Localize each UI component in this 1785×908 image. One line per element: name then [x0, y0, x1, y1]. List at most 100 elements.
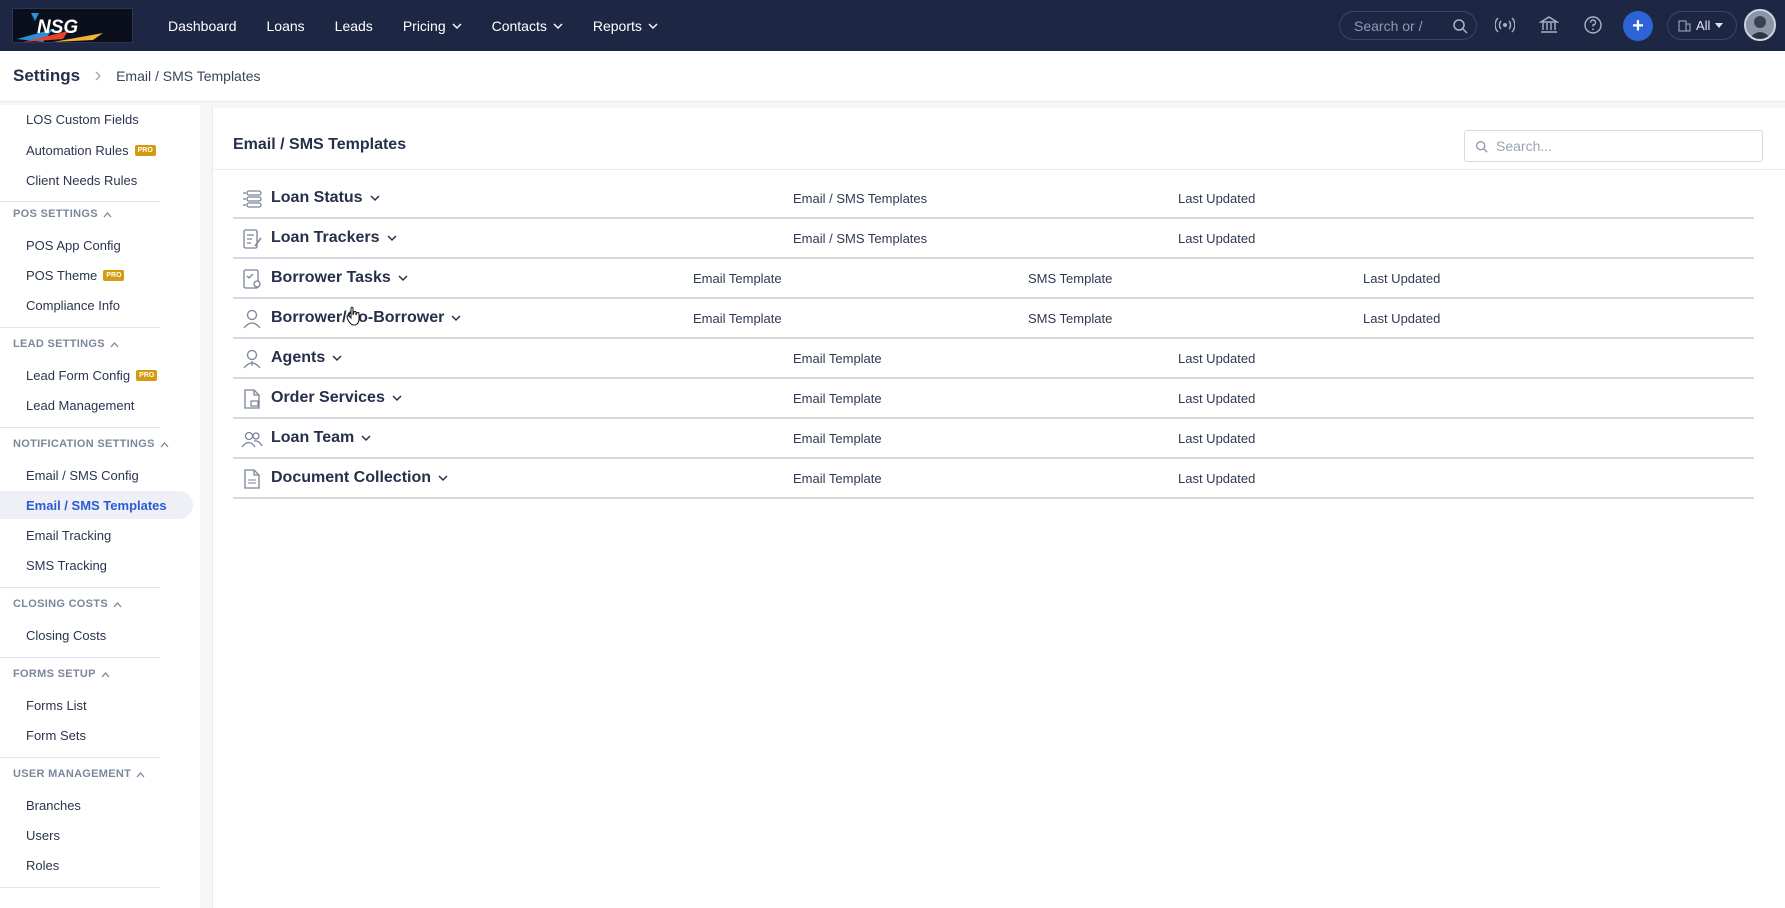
column-header: Email Template	[693, 311, 782, 326]
sidebar-item-email-sms-templates[interactable]: Email / SMS Templates	[0, 491, 193, 519]
help-icon[interactable]	[1583, 15, 1603, 35]
sidebar-item-roles[interactable]: Roles	[0, 851, 193, 879]
avatar[interactable]	[1744, 9, 1776, 41]
templates-search-input[interactable]: Search...	[1464, 130, 1763, 162]
chevron-right-icon	[95, 71, 101, 81]
chevron-down-icon	[332, 355, 342, 362]
group-toggle-loan-trackers[interactable]: Loan Trackers	[271, 229, 398, 247]
sidebar-divider	[0, 587, 160, 588]
chevron-up-icon	[101, 671, 110, 677]
sidebar-divider	[0, 201, 160, 202]
tracker-icon	[243, 229, 262, 249]
template-group-row: Borrower Tasks Email Template SMS Templa…	[233, 259, 1754, 299]
nav-pricing[interactable]: Pricing	[403, 18, 462, 34]
sidebar-divider	[0, 427, 160, 428]
section-notification-settings[interactable]: NOTIFICATION SETTINGS	[13, 438, 169, 450]
scope-dropdown[interactable]: All	[1667, 11, 1737, 40]
sidebar-item-email-sms-config[interactable]: Email / SMS Config	[0, 461, 193, 489]
chevron-down-icon	[553, 23, 563, 29]
sidebar-item-pos-app-config[interactable]: POS App Config	[0, 231, 193, 259]
sidebar-item-label: Forms List	[26, 697, 87, 713]
nav-dashboard[interactable]: Dashboard	[168, 18, 237, 34]
nav-pricing-label: Pricing	[402, 17, 446, 34]
section-title: CLOSING COSTS	[13, 598, 108, 610]
sidebar-item-label: Compliance Info	[26, 297, 120, 313]
nav-leads[interactable]: Leads	[335, 18, 373, 34]
sidebar-divider	[0, 657, 160, 658]
sidebar-item-automation-rules[interactable]: Automation Rules PRO	[0, 136, 193, 164]
chevron-down-icon	[361, 435, 371, 442]
broadcast-icon[interactable]	[1495, 15, 1515, 35]
nav-loans-label: Loans	[266, 17, 305, 34]
nav-contacts[interactable]: Contacts	[492, 18, 563, 34]
group-toggle-borrower-tasks[interactable]: Borrower Tasks	[271, 269, 409, 287]
sidebar-item-label: Automation Rules	[26, 142, 129, 158]
column-header: Last Updated	[1363, 311, 1441, 326]
section-forms-setup[interactable]: FORMS SETUP	[13, 668, 110, 680]
template-group-row: Order Services Email Template Last Updat…	[233, 379, 1754, 419]
sidebar-item-label: POS Theme	[26, 267, 98, 283]
group-toggle-agents[interactable]: Agents	[271, 349, 343, 367]
sidebar-item-label: Lead Management	[26, 397, 135, 413]
nav-reports-label: Reports	[592, 17, 642, 34]
sidebar-item-client-needs-rules[interactable]: Client Needs Rules	[0, 166, 193, 194]
template-group-row: Borrower/Co-Borrower Email Template SMS …	[233, 299, 1754, 339]
column-header: SMS Template	[1028, 311, 1113, 326]
sidebar-item-email-tracking[interactable]: Email Tracking	[0, 521, 193, 549]
column-header: Email Template	[793, 471, 882, 486]
agent-icon	[243, 349, 261, 369]
nsg-logo[interactable]: NSG	[12, 8, 133, 43]
global-search-placeholder: Search or /	[1354, 17, 1423, 34]
sidebar-item-lead-form-config[interactable]: Lead Form Config PRO	[0, 361, 193, 389]
section-closing-costs[interactable]: CLOSING COSTS	[13, 598, 122, 610]
nav-reports[interactable]: Reports	[593, 18, 658, 34]
chevron-down-icon	[370, 195, 380, 202]
nav-leads-label: Leads	[334, 17, 373, 34]
group-toggle-order-services[interactable]: Order Services	[271, 389, 403, 407]
top-navigation-bar: NSG Dashboard Loans Leads Pricing Contac…	[0, 0, 1785, 51]
group-title: Loan Team	[271, 429, 355, 446]
global-search-input[interactable]: Search or /	[1339, 11, 1477, 40]
chevron-down-icon	[648, 23, 658, 29]
sidebar-item-closing-costs[interactable]: Closing Costs	[0, 621, 193, 649]
template-group-row: Loan Trackers Email / SMS Templates Last…	[233, 219, 1754, 259]
sidebar-item-sms-tracking[interactable]: SMS Tracking	[0, 551, 193, 579]
section-title: LEAD SETTINGS	[13, 338, 105, 350]
sidebar-item-lead-management[interactable]: Lead Management	[0, 391, 193, 419]
column-header: Last Updated	[1178, 431, 1256, 446]
settings-sidebar: LOS Custom Fields Automation Rules PRO Cl…	[0, 105, 200, 908]
template-group-row: Loan Status Email / SMS Templates Last U…	[233, 179, 1754, 219]
sidebar-item-branches[interactable]: Branches	[0, 791, 193, 819]
sidebar-item-label: Roles	[26, 857, 60, 873]
section-user-management[interactable]: USER MANAGEMENT	[13, 768, 145, 780]
bank-icon[interactable]	[1539, 15, 1559, 35]
group-title: Order Services	[271, 389, 385, 406]
sidebar-item-label: Email Tracking	[26, 527, 112, 543]
sidebar-item-users[interactable]: Users	[0, 821, 193, 849]
nav-contacts-label: Contacts	[491, 17, 547, 34]
nav-loans[interactable]: Loans	[267, 18, 305, 34]
sidebar-divider	[0, 887, 160, 888]
sidebar-item-compliance-info[interactable]: Compliance Info	[0, 291, 193, 319]
plus-icon[interactable]: +	[1623, 11, 1653, 41]
sidebar-item-pos-theme[interactable]: POS Theme PRO	[0, 261, 193, 289]
section-pos-settings[interactable]: POS SETTINGS	[13, 208, 112, 220]
sidebar-item-los-custom-fields[interactable]: LOS Custom Fields	[0, 105, 193, 133]
sidebar-divider	[0, 757, 160, 758]
sidebar-item-label: Users	[26, 827, 60, 843]
group-toggle-borrower-co-borrower[interactable]: Borrower/Co-Borrower	[271, 309, 462, 327]
breadcrumb-settings[interactable]: Settings	[13, 66, 80, 86]
svg-text:NSG: NSG	[37, 17, 78, 38]
group-toggle-loan-team[interactable]: Loan Team	[271, 429, 372, 447]
pro-badge: PRO	[103, 269, 125, 281]
group-toggle-loan-status[interactable]: Loan Status	[271, 189, 381, 207]
search-icon	[1475, 140, 1488, 153]
sidebar-item-form-sets[interactable]: Form Sets	[0, 721, 193, 749]
section-title: USER MANAGEMENT	[13, 768, 132, 780]
section-lead-settings[interactable]: LEAD SETTINGS	[13, 338, 119, 350]
chevron-down-icon	[398, 275, 408, 282]
sidebar-item-forms-list[interactable]: Forms List	[0, 691, 193, 719]
group-toggle-document-collection[interactable]: Document Collection	[271, 469, 449, 487]
sidebar-item-label: SMS Tracking	[26, 557, 107, 573]
sidebar-item-label: Form Sets	[26, 727, 86, 743]
